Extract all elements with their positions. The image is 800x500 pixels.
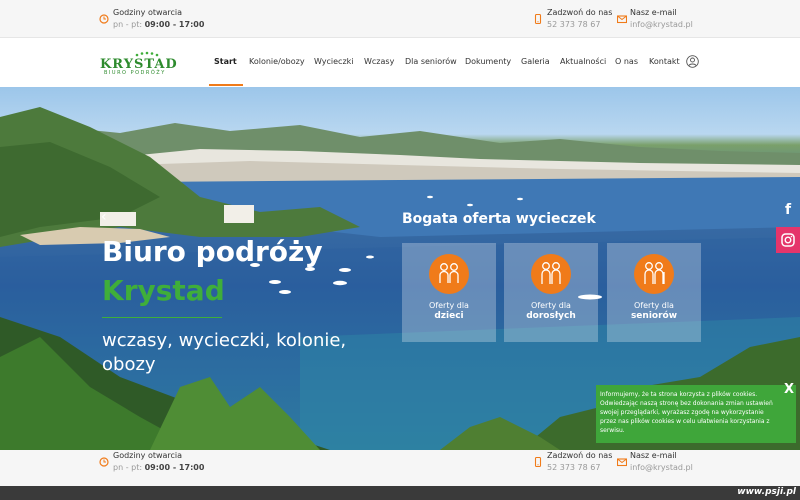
children-icon (429, 254, 469, 294)
mail-icon (617, 458, 627, 467)
hero-title: Biuro podróży (102, 235, 323, 268)
hours-value: pn - pt: 09:00 - 17:00 (113, 20, 205, 29)
email-value[interactable]: info@krystad.pl (630, 19, 693, 31)
cookie-notice-text: Informujemy, że ta strona korzysta z pli… (600, 391, 773, 434)
phone-icon (534, 457, 542, 467)
cookie-close-button[interactable]: X (784, 383, 794, 396)
adults-icon (531, 254, 571, 294)
instagram-icon[interactable] (776, 227, 800, 253)
nav-o-nas[interactable]: O nas (615, 57, 638, 69)
phone-value[interactable]: 52 373 78 67 (547, 19, 612, 31)
hero-title-brand: Krystad (102, 274, 225, 307)
nav-start[interactable]: Start (214, 57, 237, 69)
nav-dokumenty[interactable]: Dokumenty (465, 57, 511, 69)
phone-contact[interactable]: Zadzwoń do nas 52 373 78 67 (547, 450, 612, 474)
offer-card-adults[interactable]: Oferty dla dorosłych (504, 243, 598, 342)
hero-subtitle: wczasy, wycieczki, kolonie, obozy (102, 330, 347, 375)
hours-label: Godziny otwarcia (113, 451, 183, 460)
user-icon[interactable] (686, 55, 699, 68)
phone-icon (534, 14, 542, 24)
phone-label: Zadzwoń do nas (547, 8, 613, 17)
facebook-icon[interactable]: f (776, 197, 800, 223)
offer-card-label: Oferty dla (531, 301, 571, 310)
slider-prev-arrow[interactable]: ‹ (101, 209, 107, 225)
offers-heading: Bogata oferta wycieczek (402, 211, 596, 227)
hero-divider (102, 317, 222, 318)
mail-icon (617, 15, 627, 24)
opening-hours: Godziny otwarcia pn - pt: 09:00 - 17:00 (113, 450, 204, 474)
top-info-bar: Godziny otwarcia pn - pt: 09:00 - 17:00 … (0, 0, 800, 38)
email-contact[interactable]: Nasz e-mail info@krystad.pl (630, 7, 693, 31)
hours-value: pn - pt: 09:00 - 17:00 (113, 463, 205, 472)
seniors-icon (634, 254, 674, 294)
offer-card-title: dzieci (434, 311, 464, 321)
offer-card-title: dorosłych (526, 311, 576, 321)
hours-label: Godziny otwarcia (113, 8, 183, 17)
nav-wczasy[interactable]: Wczasy (364, 57, 394, 69)
phone-label: Zadzwoń do nas (547, 451, 613, 460)
offer-card-children[interactable]: Oferty dla dzieci (402, 243, 496, 342)
phone-contact[interactable]: Zadzwoń do nas 52 373 78 67 (547, 7, 612, 31)
bottom-info-bar: Godziny otwarcia pn - pt: 09:00 - 17:00 … (0, 450, 800, 486)
cookie-notice: Informujemy, że ta strona korzysta z pli… (596, 383, 796, 443)
offer-card-title: seniorów (630, 311, 678, 321)
opening-hours: Godziny otwarcia pn - pt: 09:00 - 17:00 (113, 7, 204, 31)
offer-card-seniors[interactable]: Oferty dla seniorów (607, 243, 701, 342)
email-label: Nasz e-mail (630, 8, 677, 17)
clock-icon (99, 14, 109, 24)
offer-card-label: Oferty dla (429, 301, 469, 310)
email-contact[interactable]: Nasz e-mail info@krystad.pl (630, 450, 693, 474)
email-value[interactable]: info@krystad.pl (630, 462, 693, 474)
nav-kolonie-obozy[interactable]: Kolonie/obozy (249, 57, 305, 69)
footer-strip (0, 486, 800, 500)
logo-subtext: BIURO PODRÓŻY (104, 70, 166, 76)
nav-active-indicator (209, 84, 243, 86)
site-logo[interactable]: KRYSTAD BIURO PODRÓŻY (100, 51, 190, 76)
nav-galeria[interactable]: Galeria (521, 57, 550, 69)
email-label: Nasz e-mail (630, 451, 677, 460)
offer-card-label: Oferty dla (634, 301, 674, 310)
phone-value[interactable]: 52 373 78 67 (547, 462, 612, 474)
nav-kontakt[interactable]: Kontakt (649, 57, 680, 69)
nav-dla-seniorow[interactable]: Dla seniorów (405, 57, 457, 69)
clock-icon (99, 457, 109, 467)
nav-aktualnosci[interactable]: Aktualności (560, 57, 606, 69)
nav-wycieczki[interactable]: Wycieczki (314, 57, 354, 69)
watermark: www.psji.pl (737, 487, 796, 497)
